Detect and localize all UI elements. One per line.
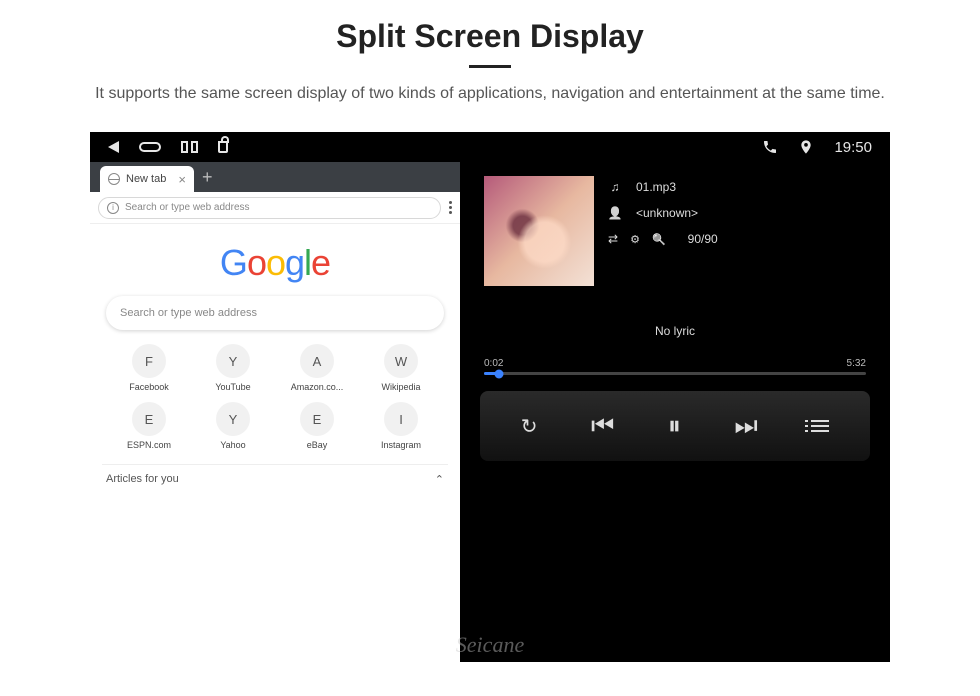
chevron-up-icon: ⌃: [435, 473, 444, 486]
player-controls: ↻ ⏮ ⏸ ⏭: [480, 391, 870, 461]
search-placeholder: Search or type web address: [120, 307, 257, 319]
url-input[interactable]: i Search or type web address: [98, 197, 441, 219]
artist-name: <unknown>: [636, 206, 698, 220]
search-button[interactable]: [652, 232, 666, 246]
site-label: YouTube: [215, 382, 250, 392]
clock: 19:50: [834, 139, 872, 156]
lyrics-area: No lyric: [480, 324, 870, 338]
site-icon: I: [384, 402, 418, 436]
close-tab-icon[interactable]: ×: [178, 172, 186, 187]
time-total: 5:32: [847, 358, 866, 369]
next-button[interactable]: ⏭: [734, 410, 757, 442]
site-icon: E: [132, 402, 166, 436]
progress-bar[interactable]: 0:02 5:32: [480, 358, 870, 375]
site-icon: A: [300, 344, 334, 378]
new-tab-button[interactable]: +: [202, 167, 213, 188]
equalizer-button[interactable]: [630, 232, 640, 246]
tab-label: New tab: [126, 173, 166, 185]
music-note-icon: [608, 180, 622, 194]
site-info-icon[interactable]: i: [107, 202, 119, 214]
page-subtitle: It supports the same screen display of t…: [60, 82, 920, 106]
site-label: ESPN.com: [127, 440, 171, 450]
browser-menu-icon[interactable]: [449, 201, 452, 214]
globe-icon: [108, 173, 120, 185]
recents-icon[interactable]: [181, 141, 198, 153]
location-icon[interactable]: [798, 139, 814, 155]
articles-label: Articles for you: [106, 473, 179, 486]
track-counter: 90/90: [688, 232, 718, 246]
site-icon: Y: [216, 344, 250, 378]
site-shortcut[interactable]: EeBay: [276, 402, 358, 450]
android-system-bar: 19:50: [90, 132, 890, 162]
device-frame: 19:50 New tab × + i Search or type web a…: [90, 132, 890, 662]
site-shortcut[interactable]: Y Yahoo: [192, 402, 274, 450]
repeat-button[interactable]: ↻: [521, 414, 538, 439]
shuffle-button[interactable]: [608, 232, 618, 246]
track-title: 01.mp3: [636, 180, 676, 194]
lock-icon: [218, 141, 228, 153]
google-logo: Google: [102, 242, 448, 284]
site-icon: Y: [216, 402, 250, 436]
play-pause-button[interactable]: ⏸: [668, 410, 681, 442]
time-elapsed: 0:02: [484, 358, 503, 369]
site-label: Amazon.co...: [291, 382, 344, 392]
site-icon: F: [132, 344, 166, 378]
browser-app: New tab × + i Search or type web address…: [90, 162, 460, 662]
url-placeholder: Search or type web address: [125, 202, 250, 213]
browser-tab[interactable]: New tab ×: [100, 166, 194, 192]
title-rule: [469, 65, 511, 68]
page-title: Split Screen Display: [40, 18, 940, 55]
site-shortcut[interactable]: A Amazon.co...: [276, 344, 358, 392]
site-shortcut[interactable]: E ESPN.com: [108, 402, 190, 450]
back-icon[interactable]: [108, 141, 119, 153]
google-search-input[interactable]: Search or type web address: [106, 296, 444, 330]
browser-tabstrip: New tab × +: [90, 162, 460, 192]
site-shortcut[interactable]: W Wikipedia: [360, 344, 442, 392]
site-label: eBay: [307, 440, 328, 450]
site-shortcut[interactable]: Y YouTube: [192, 344, 274, 392]
home-icon[interactable]: [139, 142, 161, 152]
music-player-app: 01.mp3 <unknown> 90/90 No lyric 0:02 5:3…: [460, 162, 890, 662]
site-label: Facebook: [129, 382, 169, 392]
phone-icon[interactable]: [762, 139, 778, 155]
articles-heading[interactable]: Articles for you ⌃: [102, 464, 448, 486]
site-label: Instagram: [381, 440, 421, 450]
site-label: Yahoo: [220, 440, 245, 450]
site-label: Wikipedia: [381, 382, 420, 392]
playlist-button[interactable]: [811, 420, 829, 432]
top-sites-grid: F Facebook Y YouTube A Amazon.co... W Wikipe…: [102, 344, 448, 450]
site-shortcut[interactable]: I Instagram: [360, 402, 442, 450]
artist-icon: [608, 206, 622, 220]
site-icon: W: [384, 344, 418, 378]
prev-button[interactable]: ⏮: [591, 410, 614, 442]
album-art[interactable]: [484, 176, 594, 286]
site-shortcut[interactable]: F Facebook: [108, 344, 190, 392]
url-bar-row: i Search or type web address: [90, 192, 460, 224]
site-icon: E: [300, 402, 334, 436]
